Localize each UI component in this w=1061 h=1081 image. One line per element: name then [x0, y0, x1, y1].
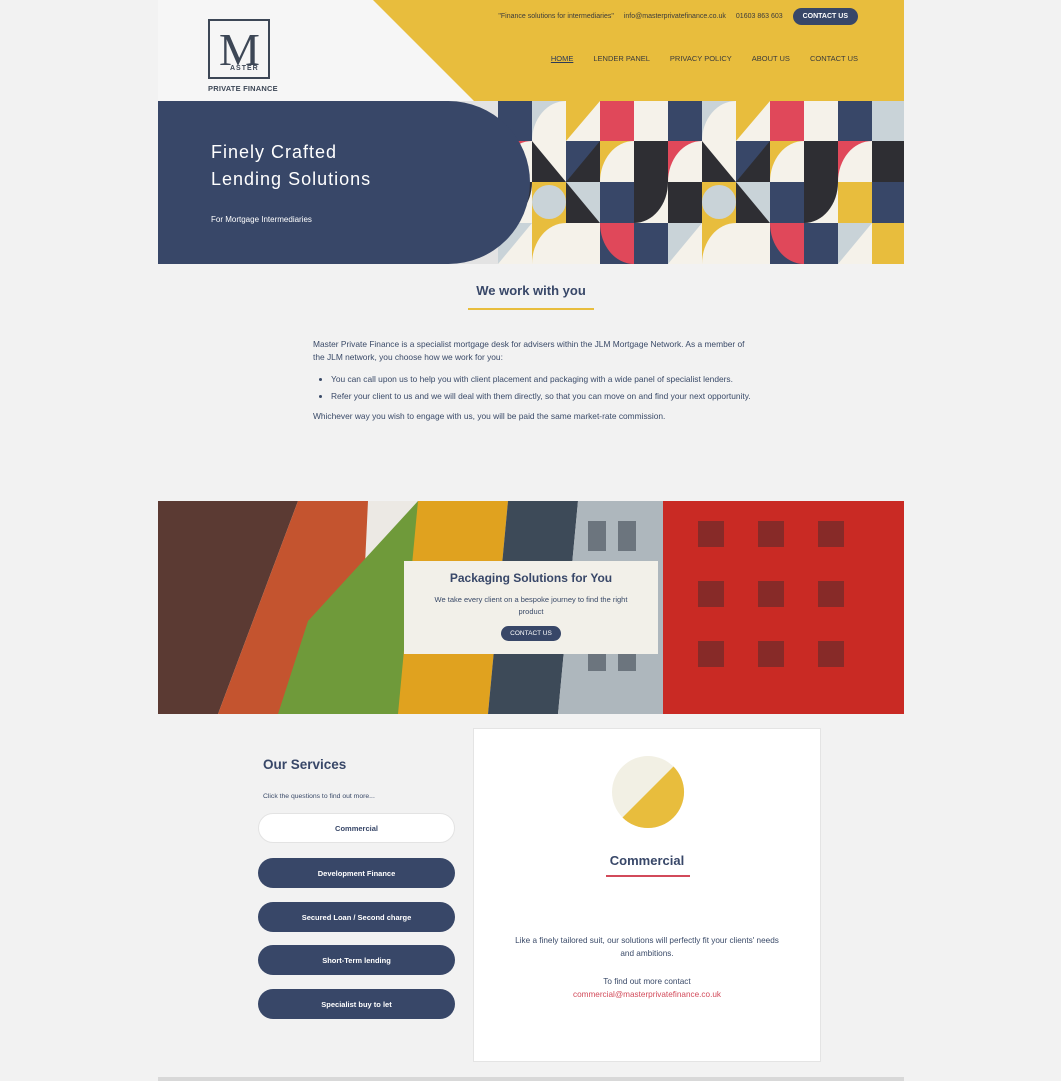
hero-title-line1: Finely Crafted	[211, 142, 338, 162]
service-button-specialist-btl[interactable]: Specialist buy to let	[258, 989, 455, 1019]
nav-contact-us[interactable]: CONTACT US	[810, 54, 858, 63]
main-nav: HOME LENDER PANEL PRIVACY POLICY ABOUT U…	[551, 54, 858, 63]
banner-contact-button[interactable]: CONTACT US	[501, 626, 561, 641]
intro-body: Master Private Finance is a specialist m…	[313, 338, 753, 432]
service-detail-title: Commercial	[609, 853, 685, 868]
banner-callout: Packaging Solutions for You We take ever…	[404, 561, 658, 654]
intro-bullet-list: You can call upon us to help you with cl…	[313, 373, 753, 403]
service-detail-contact: To find out more contact commercial@mast…	[474, 975, 820, 1001]
intro-bullet: You can call upon us to help you with cl…	[331, 373, 753, 386]
services-title: Our Services	[263, 757, 347, 772]
service-detail-underline	[606, 875, 690, 877]
site-logo[interactable]: M ASTER PRIVATE FINANCE	[208, 19, 278, 93]
hero-text-panel: Finely Crafted Lending Solutions For Mor…	[158, 101, 530, 264]
intro-heading: We work with you	[476, 283, 586, 298]
header-contact-button[interactable]: CONTACT US	[792, 8, 858, 25]
service-button-secured-loan[interactable]: Secured Loan / Second charge	[258, 902, 455, 932]
logo-subtitle: PRIVATE FINANCE	[208, 84, 278, 93]
hero-subtitle: For Mortgage Intermediaries	[211, 215, 312, 224]
nav-home[interactable]: HOME	[551, 54, 574, 63]
site-header: M ASTER PRIVATE FINANCE "Finance solutio…	[158, 0, 904, 101]
geometric-pattern-image	[498, 101, 904, 264]
service-contact-email-link[interactable]: commercial@masterprivatefinance.co.uk	[474, 988, 820, 1001]
service-button-commercial[interactable]: Commercial	[258, 813, 455, 843]
service-button-short-term-lending[interactable]: Short-Term lending	[258, 945, 455, 975]
hero-title-line2: Lending Solutions	[211, 169, 372, 189]
phone-link[interactable]: 01603 863 603	[736, 13, 783, 20]
hero-title: Finely Crafted Lending Solutions	[211, 139, 371, 193]
logo-word: ASTER	[230, 65, 259, 72]
nav-privacy-policy[interactable]: PRIVACY POLICY	[670, 54, 732, 63]
banner-title: Packaging Solutions for You	[449, 571, 613, 585]
intro-bullet: Refer your client to us and we will deal…	[331, 390, 753, 403]
buildings-banner: Packaging Solutions for You We take ever…	[158, 501, 904, 714]
services-hint: Click the questions to find out more...	[263, 793, 375, 800]
service-detail-description: Like a finely tailored suit, our solutio…	[515, 936, 779, 958]
service-detail-card: Commercial Like a finely tailored suit, …	[473, 728, 821, 1062]
half-circle-icon	[612, 756, 685, 829]
service-contact-prefix: To find out more contact	[603, 977, 691, 986]
hero-banner: Finely Crafted Lending Solutions For Mor…	[158, 101, 904, 264]
email-link[interactable]: info@masterprivatefinance.co.uk	[624, 13, 726, 20]
intro-paragraph-2: Whichever way you wish to engage with us…	[313, 411, 666, 421]
logo-frame: M ASTER	[208, 19, 270, 79]
intro-heading-underline	[468, 308, 594, 310]
footer-edge	[158, 1077, 904, 1081]
nav-about-us[interactable]: ABOUT US	[752, 54, 790, 63]
banner-text: We take every client on a bespoke journe…	[434, 595, 628, 616]
nav-lender-panel[interactable]: LENDER PANEL	[593, 54, 650, 63]
service-button-development-finance[interactable]: Development Finance	[258, 858, 455, 888]
tagline: "Finance solutions for intermediaries"	[498, 13, 614, 20]
top-contact-bar: "Finance solutions for intermediaries" i…	[498, 8, 858, 25]
intro-paragraph-1: Master Private Finance is a specialist m…	[313, 339, 745, 362]
